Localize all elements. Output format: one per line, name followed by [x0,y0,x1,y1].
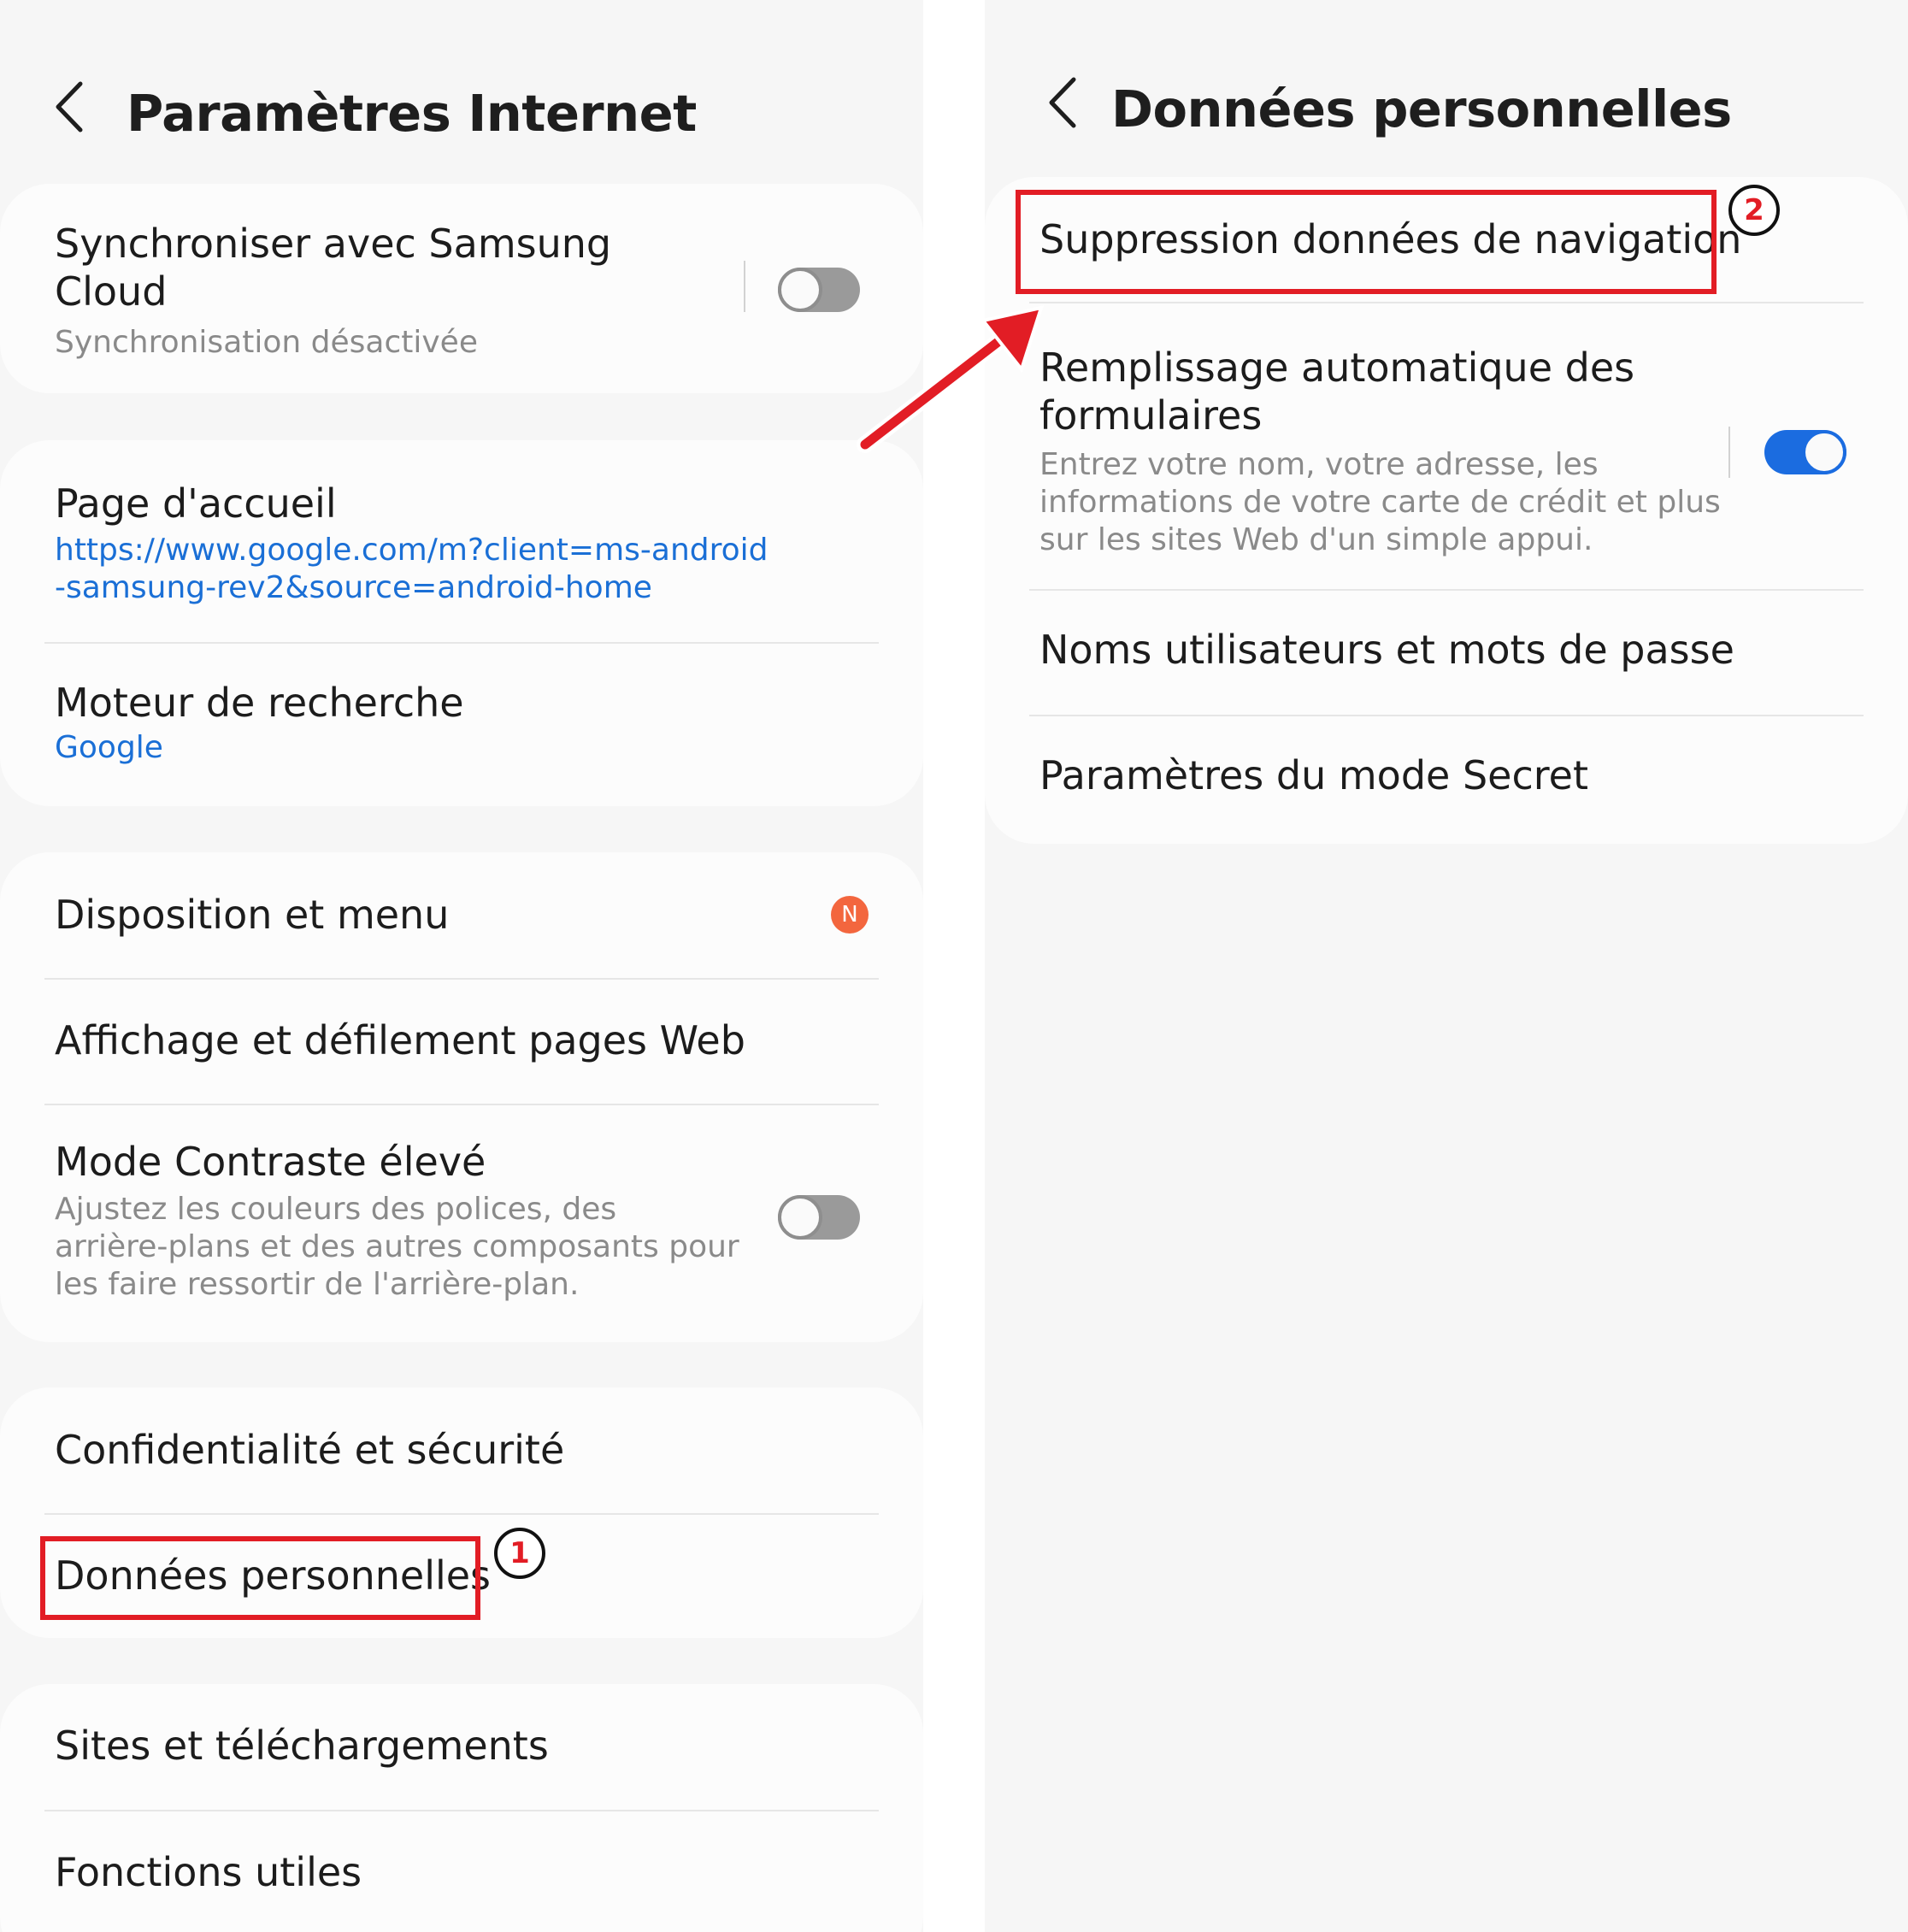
autofill-desc-line3: sur les sites Web d'un simple appui. [1039,522,1593,557]
high-contrast-desc-line1: Ajustez les couleurs des polices, des [55,1192,617,1227]
display-scroll-title: Affichage et défilement pages Web [55,1017,745,1063]
sync-toggle[interactable] [778,268,860,312]
privacy-security-title: Confidentialité et sécurité [55,1427,565,1473]
highlight-box-delete-browsing-data [1016,190,1717,294]
step-2-marker: 2 [1728,185,1780,236]
highlight-box-personal-data [40,1536,480,1620]
sync-samsung-cloud-row[interactable]: Synchroniser avec Samsung Cloud Synchron… [0,184,923,393]
new-badge: N [831,896,869,934]
left-header: Paramètres Internet [0,51,923,162]
homepage-url-line1: https://www.google.com/m?client=ms-andro… [55,533,768,568]
usernames-passwords-row[interactable]: Noms utilisateurs et mots de passe [985,591,1908,715]
usernames-passwords-title: Noms utilisateurs et mots de passe [1039,627,1734,673]
vertical-separator [1728,427,1730,478]
display-scroll-row[interactable]: Affichage et défilement pages Web [0,980,923,1104]
page-title: Données personnelles [1111,80,1732,138]
layout-menu-row[interactable]: Disposition et menu N [0,852,923,978]
search-engine-row[interactable]: Moteur de recherche Google [0,644,923,806]
useful-features-row[interactable]: Fonctions utiles [0,1811,923,1932]
toggle-knob [778,268,822,312]
card-homepage-search: Page d'accueil https://www.google.com/m?… [0,440,923,806]
step-1-marker: 1 [494,1528,545,1579]
autofill-row[interactable]: Remplissage automatique des formulaires … [985,303,1908,589]
high-contrast-desc-line3: les faire ressortir de l'arrière-plan. [55,1267,580,1302]
homepage-title: Page d'accueil [55,480,337,527]
high-contrast-toggle[interactable] [778,1195,860,1240]
sync-subtitle: Synchronisation désactivée [55,325,478,360]
toggle-knob [1802,430,1846,474]
card-sync: Synchroniser avec Samsung Cloud Synchron… [0,184,923,393]
toggle-knob [778,1195,822,1240]
search-engine-title: Moteur de recherche [55,680,464,726]
high-contrast-desc-line2: arrière-plans et des autres composants p… [55,1229,739,1264]
secret-mode-settings-row[interactable]: Paramètres du mode Secret [985,716,1908,844]
secret-mode-settings-title: Paramètres du mode Secret [1039,752,1588,798]
high-contrast-title: Mode Contraste élevé [55,1139,486,1185]
search-engine-value: Google [55,730,163,765]
homepage-url-line2: -samsung-rev2&source=android-home [55,570,652,605]
privacy-security-row[interactable]: Confidentialité et sécurité [0,1387,923,1513]
sites-downloads-row[interactable]: Sites et téléchargements [0,1684,923,1810]
useful-features-title: Fonctions utiles [55,1849,362,1895]
red-pointer-arrow-icon [857,305,1044,453]
autofill-title-line1: Remplissage automatique des [1039,345,1635,391]
high-contrast-row[interactable]: Mode Contraste élevé Ajustez les couleur… [0,1105,923,1342]
autofill-toggle[interactable] [1764,430,1846,474]
autofill-desc-line2: informations de votre carte de crédit et… [1039,485,1721,520]
vertical-separator [744,261,745,312]
homepage-row[interactable]: Page d'accueil https://www.google.com/m?… [0,440,923,642]
sites-downloads-title: Sites et téléchargements [55,1723,549,1769]
back-arrow-icon[interactable] [1043,73,1086,133]
back-arrow-icon[interactable] [50,77,92,137]
layout-menu-title: Disposition et menu [55,892,450,938]
left-panel-internet-settings: Paramètres Internet Synchroniser avec Sa… [0,0,923,1932]
sync-title-line1: Synchroniser avec Samsung [55,221,612,267]
autofill-desc-line1: Entrez votre nom, votre adresse, les [1039,447,1599,482]
card-display: Disposition et menu N Affichage et défil… [0,852,923,1342]
autofill-title-line2: formulaires [1039,392,1263,439]
card-sites: Sites et téléchargements Fonctions utile… [0,1684,923,1932]
right-header: Données personnelles [985,47,1908,158]
page-title: Paramètres Internet [127,84,697,143]
sync-title-line2: Cloud [55,268,168,315]
